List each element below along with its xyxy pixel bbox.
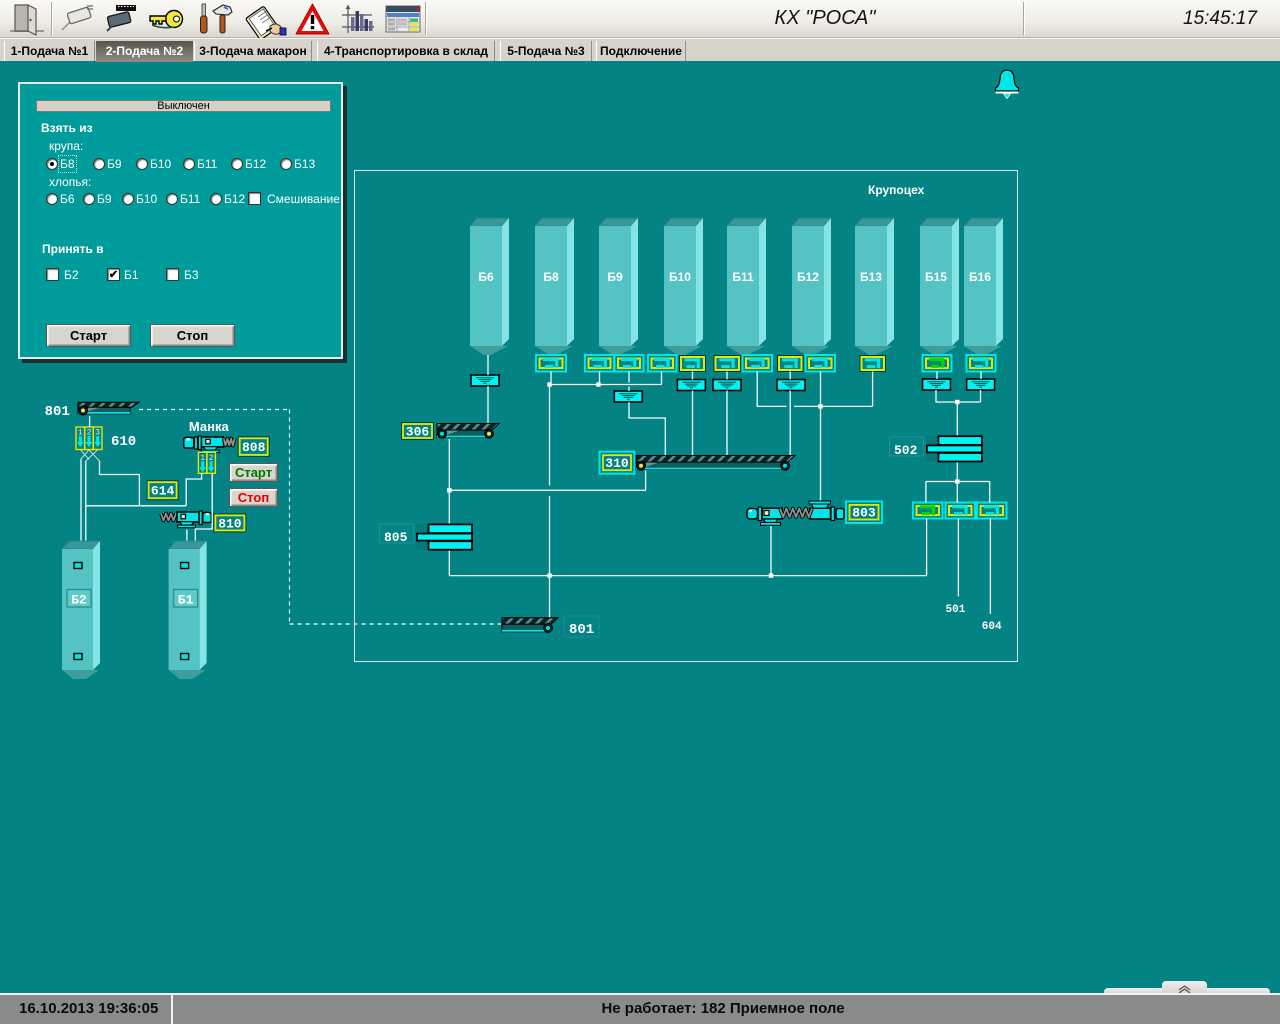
svg-text:Б1: Б1 [178,593,194,608]
svg-text:614: 614 [151,484,175,499]
svg-text:810: 810 [218,516,242,531]
svg-text:Манка: Манка [189,419,230,434]
svg-text:801: 801 [45,404,70,420]
svg-text:2: 2 [87,429,92,438]
svg-text:808: 808 [242,440,266,455]
svg-text:Б2: Б2 [71,593,87,608]
svg-text:1: 1 [78,429,83,438]
svg-text:610: 610 [111,434,136,450]
svg-text:3: 3 [95,429,100,438]
svg-text:2: 2 [209,454,214,463]
svg-text:1: 1 [200,454,205,463]
